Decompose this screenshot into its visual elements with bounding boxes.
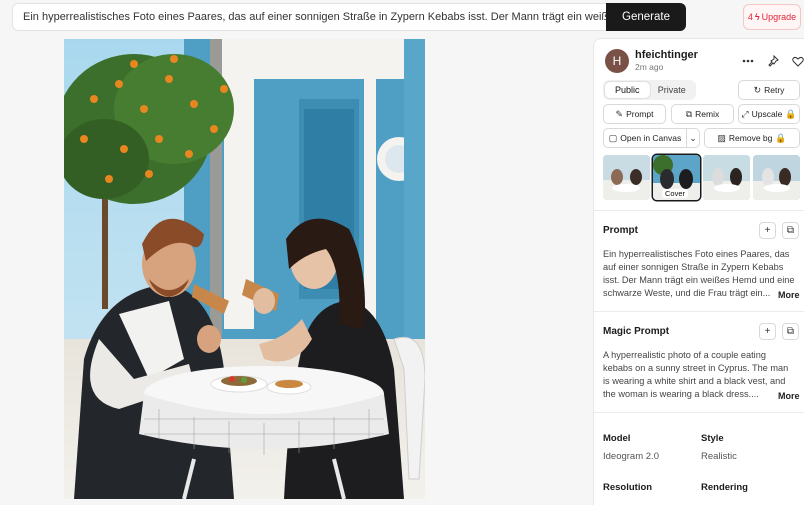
prompt-input[interactable]: Ein hyperrealistisches Foto eines Paares… bbox=[12, 3, 607, 31]
remove-bg-label: Remove bg bbox=[728, 133, 773, 143]
add-magic-prompt-button[interactable]: + bbox=[759, 323, 776, 340]
prompt-text-line: auf einer sonnigen Straße in Zypern Keba… bbox=[603, 262, 784, 272]
details-panel: H hfeichtinger 2m ago Public Private ↻ R… bbox=[593, 38, 804, 505]
magic-prompt-line: the woman is wearing a black dress.... bbox=[603, 389, 759, 399]
magic-prompt-line: kebabs on a sunny street in Cyprus. The … bbox=[603, 363, 789, 373]
heart-icon[interactable] bbox=[789, 52, 804, 70]
copy-magic-prompt-button[interactable]: ⧉ bbox=[782, 323, 799, 340]
lock-icon: 🔒 bbox=[785, 108, 797, 119]
copy-icon: ⧉ bbox=[786, 225, 795, 236]
plus-icon: + bbox=[764, 326, 771, 337]
top-bar: Ein hyperrealistisches Foto eines Paares… bbox=[0, 0, 804, 36]
magic-prompt-line: is wearing a white shirt and a black ves… bbox=[603, 376, 786, 386]
upscale-icon: ⤢ bbox=[741, 108, 749, 119]
prompt-icon: ✎ bbox=[615, 108, 624, 119]
upgrade-button[interactable]: 4 ϟ Upgrade bbox=[743, 4, 801, 30]
prompt-text: Ein hyperrealistisches Foto eines Paares… bbox=[603, 248, 800, 300]
timestamp: 2m ago bbox=[635, 62, 664, 72]
remix-icon: ⧉ bbox=[685, 108, 693, 119]
divider bbox=[594, 311, 804, 312]
prompt-text-line: schwarze Weste, und die Frau trägt ein..… bbox=[603, 288, 771, 298]
pin-icon[interactable] bbox=[764, 52, 782, 70]
style-label: Style bbox=[701, 433, 724, 444]
magic-prompt-more-link[interactable]: More bbox=[778, 391, 800, 401]
open-in-canvas-button[interactable]: ▢ Open in Canvas bbox=[603, 128, 687, 148]
canvas-icon: ▢ bbox=[608, 132, 618, 143]
generate-button[interactable]: Generate bbox=[606, 3, 686, 31]
visibility-public[interactable]: Public bbox=[605, 82, 650, 98]
plus-icon: + bbox=[764, 225, 771, 236]
prompt-button[interactable]: ✎ Prompt bbox=[603, 104, 666, 124]
thumbnail-3[interactable] bbox=[703, 155, 750, 200]
thumbnail-2[interactable]: Cover bbox=[653, 155, 700, 200]
prompt-title: Prompt bbox=[603, 225, 638, 236]
style-value: Realistic bbox=[701, 451, 737, 462]
magic-prompt-line: A hyperrealistic photo of a couple eatin… bbox=[603, 350, 766, 360]
more-options-icon[interactable] bbox=[739, 52, 757, 70]
retry-icon: ↻ bbox=[753, 84, 762, 95]
magic-prompt-title: Magic Prompt bbox=[603, 326, 670, 337]
remove-bg-button[interactable]: ▨ Remove bg 🔒 bbox=[704, 128, 800, 148]
lock-icon: 🔒 bbox=[775, 132, 787, 143]
thumbnail-4[interactable] bbox=[753, 155, 800, 200]
upscale-label: Upscale bbox=[751, 109, 783, 119]
rendering-label: Rendering bbox=[701, 482, 748, 493]
cover-badge: Cover bbox=[662, 189, 689, 198]
model-label: Model bbox=[603, 433, 631, 444]
retry-button[interactable]: ↻ Retry bbox=[738, 80, 800, 100]
couple-eating-kebab-image bbox=[64, 39, 425, 499]
resolution-label: Resolution bbox=[603, 482, 653, 493]
user-row: H hfeichtinger 2m ago bbox=[605, 48, 804, 74]
avatar[interactable]: H bbox=[605, 49, 629, 73]
chevron-down-icon: ⌄ bbox=[689, 132, 697, 143]
open-in-canvas-label: Open in Canvas bbox=[620, 133, 682, 143]
magic-prompt-text: A hyperrealistic photo of a couple eatin… bbox=[603, 349, 800, 401]
retry-label: Retry bbox=[764, 85, 785, 95]
variations-strip: Cover bbox=[603, 155, 801, 201]
copy-icon: ⧉ bbox=[786, 326, 795, 337]
divider bbox=[594, 210, 804, 211]
generated-image[interactable] bbox=[64, 39, 425, 499]
prompt-more-link[interactable]: More bbox=[778, 290, 800, 300]
add-prompt-button[interactable]: + bbox=[759, 222, 776, 239]
canvas-dropdown[interactable]: ⌄ bbox=[686, 128, 700, 148]
copy-prompt-button[interactable]: ⧉ bbox=[782, 222, 799, 239]
remix-button[interactable]: ⧉ Remix bbox=[671, 104, 734, 124]
username[interactable]: hfeichtinger bbox=[635, 49, 698, 61]
upgrade-count: 4 bbox=[747, 12, 753, 22]
prompt-label: Prompt bbox=[626, 109, 654, 119]
prompt-text-line: isst. Der Mann trägt ein weißes Hemd und… bbox=[603, 275, 795, 285]
visibility-private[interactable]: Private bbox=[650, 82, 695, 98]
lightning-icon: ϟ bbox=[754, 12, 760, 22]
remix-label: Remix bbox=[695, 109, 720, 119]
model-value: Ideogram 2.0 bbox=[603, 451, 659, 462]
upscale-button[interactable]: ⤢ Upscale 🔒 bbox=[738, 104, 800, 124]
visibility-toggle: Public Private bbox=[603, 80, 696, 100]
divider bbox=[594, 412, 804, 413]
thumbnail-1[interactable] bbox=[603, 155, 650, 200]
upgrade-label: Upgrade bbox=[761, 12, 797, 22]
prompt-text-line: Ein hyperrealistisches Foto eines Paares… bbox=[603, 249, 790, 259]
remove-bg-icon: ▨ bbox=[717, 132, 726, 143]
